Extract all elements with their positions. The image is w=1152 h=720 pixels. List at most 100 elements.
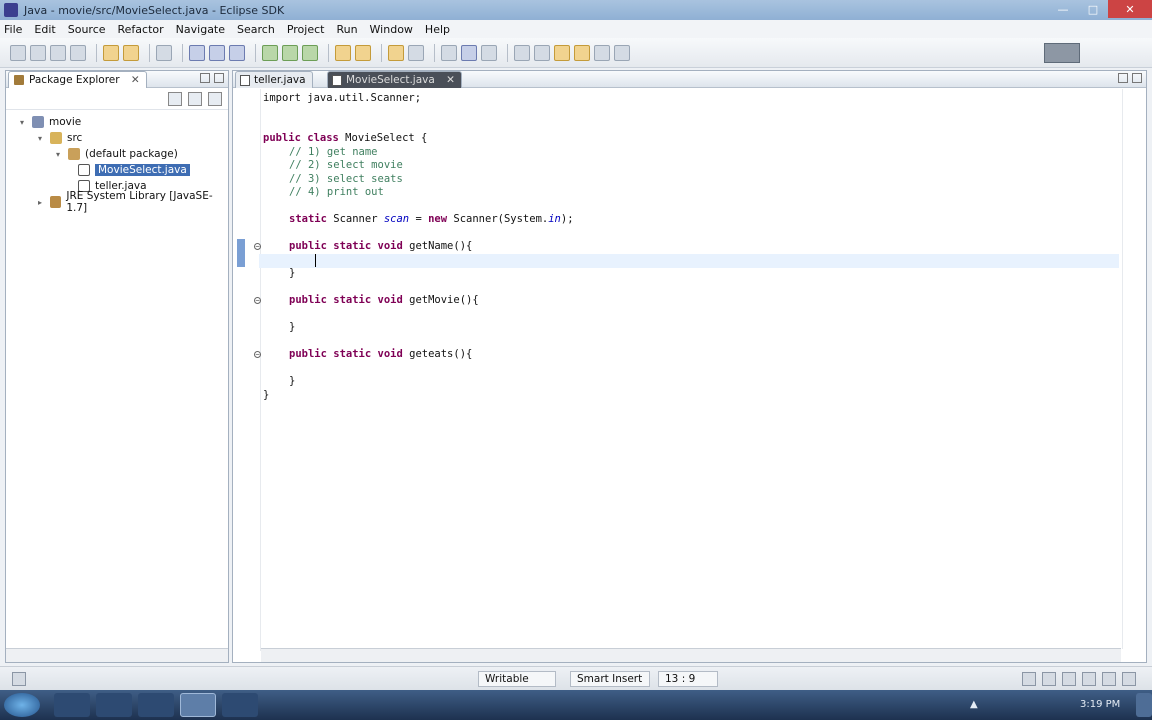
horizontal-scrollbar[interactable] <box>261 648 1121 662</box>
console-icon[interactable] <box>1042 672 1056 686</box>
maximize-button[interactable]: □ <box>1078 0 1108 18</box>
open-type-icon[interactable] <box>388 44 404 61</box>
expand-icon[interactable]: ▾ <box>20 118 28 127</box>
current-line-marker <box>237 239 245 267</box>
coverage-icon[interactable] <box>302 44 318 61</box>
tree-item-default-package[interactable]: ▾ (default package) <box>56 146 178 162</box>
keyword: new <box>428 213 448 225</box>
toggle-block-selection-icon[interactable] <box>461 44 477 61</box>
print-icon[interactable] <box>70 44 86 61</box>
new-icon[interactable] <box>10 44 26 61</box>
task-icon[interactable] <box>1022 672 1036 686</box>
forward-arrow-icon[interactable] <box>594 44 610 61</box>
tree-label: movie <box>49 116 82 128</box>
tree-item-jre-library[interactable]: ▸ JRE System Library [JavaSE-1.7] <box>38 190 228 214</box>
save-all-icon[interactable] <box>50 44 66 61</box>
fold-icon[interactable]: − <box>254 297 261 304</box>
debug-icon[interactable] <box>262 44 278 61</box>
last-edit-location-icon[interactable] <box>554 44 570 61</box>
run-icon[interactable] <box>282 44 298 61</box>
editor-gutter[interactable]: − − − <box>233 89 261 651</box>
menu-help[interactable]: Help <box>425 23 450 36</box>
vlc-taskbar-icon[interactable] <box>138 693 174 717</box>
menu-source[interactable]: Source <box>68 23 106 36</box>
close-icon[interactable]: ✕ <box>446 74 455 86</box>
toggle-icon[interactable] <box>229 44 245 61</box>
keyword: public class <box>263 132 339 144</box>
menu-search[interactable]: Search <box>237 23 275 36</box>
open-task-icon[interactable] <box>156 44 172 61</box>
menu-window[interactable]: Window <box>370 23 413 36</box>
field-name: in <box>548 213 561 225</box>
menu-edit[interactable]: Edit <box>34 23 55 36</box>
expand-icon[interactable]: ▸ <box>38 198 46 207</box>
code-text: = <box>409 213 429 225</box>
tree-item-project[interactable]: ▾ movie <box>20 114 81 130</box>
explorer-taskbar-icon[interactable] <box>96 693 132 717</box>
package-explorer-panel: Package Explorer ✕ ▾ movie ▾ src ▾ (defa… <box>5 70 229 663</box>
recorder-taskbar-icon[interactable] <box>222 693 258 717</box>
source-folder-icon <box>50 132 62 144</box>
outline-icon[interactable] <box>1082 672 1096 686</box>
tree-item-movieselect[interactable]: MovieSelect.java <box>78 162 190 178</box>
code-line: } <box>289 375 296 387</box>
collapse-all-icon[interactable] <box>168 92 182 106</box>
save-icon[interactable] <box>30 44 46 61</box>
minimize-button[interactable]: — <box>1048 0 1078 18</box>
tab-teller[interactable]: teller.java <box>235 71 313 88</box>
code-text: MovieSelect { <box>338 132 428 144</box>
maximize-view-icon[interactable] <box>1132 73 1142 83</box>
firefox-taskbar-icon[interactable] <box>54 693 90 717</box>
code-line: } <box>263 389 270 401</box>
fold-icon[interactable]: − <box>254 243 261 250</box>
link-with-editor-icon[interactable] <box>188 92 202 106</box>
clock[interactable]: 3:19 PM <box>1080 699 1120 710</box>
new-java-project-icon[interactable] <box>103 44 119 61</box>
package-explorer-tab[interactable]: Package Explorer ✕ <box>8 71 147 88</box>
problems-icon[interactable] <box>1062 672 1076 686</box>
show-whitespace-icon[interactable] <box>481 44 497 61</box>
tree-item-src[interactable]: ▾ src <box>38 130 82 146</box>
back-arrow-icon[interactable] <box>574 44 590 61</box>
skip-breakpoints-icon[interactable] <box>189 44 205 61</box>
java-file-icon <box>332 75 342 86</box>
search-icon[interactable] <box>408 44 424 61</box>
menu-refactor[interactable]: Refactor <box>118 23 164 36</box>
menu-project[interactable]: Project <box>287 23 325 36</box>
window-title: Java - movie/src/MovieSelect.java - Ecli… <box>24 3 285 17</box>
menu-run[interactable]: Run <box>336 23 357 36</box>
close-button[interactable]: ✕ <box>1108 0 1152 18</box>
menu-file[interactable]: File <box>4 23 22 36</box>
close-icon[interactable]: ✕ <box>131 74 140 86</box>
minimize-view-icon[interactable] <box>1118 73 1128 83</box>
menu-bar: File Edit Source Refactor Navigate Searc… <box>0 20 1152 38</box>
new-interface-icon[interactable] <box>355 44 371 61</box>
show-desktop-button[interactable] <box>1136 693 1152 717</box>
expand-icon[interactable]: ▾ <box>56 150 64 159</box>
code-area[interactable]: import java.util.Scanner; public class M… <box>259 92 1123 652</box>
new-package-icon[interactable] <box>123 44 139 61</box>
eclipse-taskbar-icon[interactable] <box>180 693 216 717</box>
new-class-icon[interactable] <box>335 44 351 61</box>
fast-view-icon[interactable] <box>12 672 26 686</box>
java-perspective-button[interactable] <box>1044 43 1080 63</box>
expand-icon[interactable]: ▾ <box>38 134 46 143</box>
tray-arrow-icon[interactable]: ▲ <box>970 699 978 710</box>
declaration-icon[interactable] <box>1122 672 1136 686</box>
tab-movieselect[interactable]: MovieSelect.java ✕ <box>327 71 462 88</box>
external-tools-icon[interactable] <box>209 44 225 61</box>
menu-navigate[interactable]: Navigate <box>176 23 225 36</box>
fold-icon[interactable]: − <box>254 351 261 358</box>
maximize-view-icon[interactable] <box>214 73 224 83</box>
hierarchy-icon[interactable] <box>1102 672 1116 686</box>
vertical-scrollbar[interactable] <box>1122 89 1146 649</box>
horizontal-scrollbar[interactable] <box>6 648 228 662</box>
writable-status: Writable <box>478 671 556 687</box>
view-menu-icon[interactable] <box>208 92 222 106</box>
previous-annotation-icon[interactable] <box>534 44 550 61</box>
minimize-view-icon[interactable] <box>200 73 210 83</box>
start-button[interactable] <box>4 693 40 717</box>
pin-editor-icon[interactable] <box>614 44 630 61</box>
toggle-mark-occurrences-icon[interactable] <box>441 44 457 61</box>
next-annotation-icon[interactable] <box>514 44 530 61</box>
